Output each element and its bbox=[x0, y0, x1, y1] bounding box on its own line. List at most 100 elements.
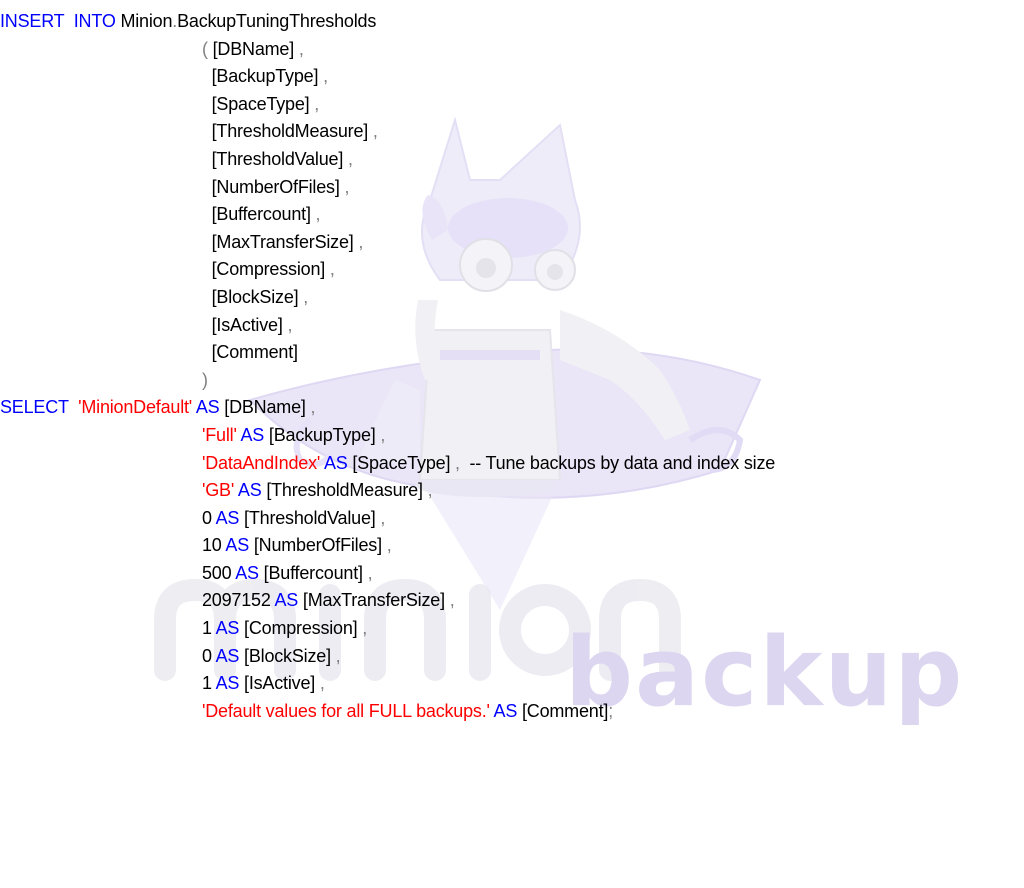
code-token: [NumberOfFiles] bbox=[249, 535, 382, 556]
code-token: , bbox=[315, 673, 325, 694]
code-token: , bbox=[310, 204, 321, 225]
code-token: 'Default values for all FULL backups.' bbox=[202, 700, 490, 721]
column-dbname-line: ( [DBName] , bbox=[0, 36, 775, 64]
code-token: [Compression] bbox=[239, 618, 358, 639]
code-token: [ThresholdMeasure] bbox=[261, 480, 423, 501]
code-token: [Buffercount] bbox=[211, 204, 311, 225]
code-token: 500 bbox=[202, 562, 232, 583]
code-token: [DBName] bbox=[212, 38, 295, 59]
code-token: AS bbox=[211, 645, 240, 666]
code-token: ( bbox=[202, 38, 213, 59]
code-token: , bbox=[330, 645, 341, 666]
code-token: [MaxTransferSize] bbox=[298, 590, 445, 611]
code-token: [Compression] bbox=[211, 259, 326, 280]
code-token: [BackupType] bbox=[264, 424, 376, 445]
code-token: , bbox=[368, 121, 378, 142]
code-token: [BackupType] bbox=[211, 66, 319, 87]
value-comment-line: 'Default values for all FULL backups.' A… bbox=[0, 698, 775, 726]
code-token: 'DataAndIndex' bbox=[202, 452, 321, 473]
select-line: SELECT 'MinionDefault' AS [DBName] , bbox=[0, 394, 775, 422]
value-numberoffiles-line: 10 AS [NumberOfFiles] , bbox=[0, 532, 775, 560]
code-token: , bbox=[375, 507, 386, 528]
value-buffercount-line: 500 AS [Buffercount] , bbox=[0, 560, 775, 588]
code-token: [SpaceType] bbox=[347, 452, 451, 473]
sql-document: { "colors": { "keyword": "#0000ff", "str… bbox=[0, 0, 1024, 888]
code-token: , bbox=[325, 259, 335, 280]
code-token: 10 bbox=[202, 535, 222, 556]
code-token: , bbox=[422, 480, 433, 501]
code-token: [ThresholdValue] bbox=[239, 507, 376, 528]
column-thresholdvalue-line: [ThresholdValue] , bbox=[0, 146, 775, 174]
code-token: , bbox=[444, 590, 455, 611]
code-token: [Buffercount] bbox=[258, 562, 363, 583]
value-maxtransfersize-line: 2097152 AS [MaxTransferSize] , bbox=[0, 587, 775, 615]
code-token: -- Tune backups by data and index size bbox=[459, 452, 776, 473]
code-token: AS bbox=[192, 397, 220, 418]
column-blocksize-line: [BlockSize] , bbox=[0, 284, 775, 312]
code-token: SELECT bbox=[0, 397, 69, 418]
column-numberoffiles-line: [NumberOfFiles] , bbox=[0, 174, 775, 202]
code-token: [ThresholdMeasure] bbox=[211, 121, 369, 142]
value-isactive-line: 1 AS [IsActive] , bbox=[0, 670, 775, 698]
code-token: , bbox=[309, 93, 320, 114]
code-token: [IsActive] bbox=[211, 314, 283, 335]
code-token: AS bbox=[234, 480, 262, 501]
code-token: 'GB' bbox=[202, 480, 235, 501]
code-token: , bbox=[357, 618, 368, 639]
code-token: 0 bbox=[202, 507, 212, 528]
code-token: ; bbox=[608, 700, 614, 721]
code-token: 1 bbox=[202, 673, 212, 694]
code-token: , bbox=[362, 562, 373, 583]
column-maxtransfersize-line: [MaxTransferSize] , bbox=[0, 229, 775, 257]
column-thresholdmeasure-line: [ThresholdMeasure] , bbox=[0, 118, 775, 146]
code-token: , bbox=[318, 66, 328, 87]
value-thresholdvalue-line: 0 AS [ThresholdValue] , bbox=[0, 505, 775, 533]
code-token: [MaxTransferSize] bbox=[211, 231, 354, 252]
column-backuptype-line: [BackupType] , bbox=[0, 63, 775, 91]
code-token: Minion bbox=[115, 11, 173, 31]
code-token: [IsActive] bbox=[239, 673, 316, 694]
code-token: AS bbox=[211, 673, 240, 694]
code-token: [DBName] bbox=[219, 397, 306, 418]
code-token: 0 bbox=[202, 645, 212, 666]
code-token: AS bbox=[221, 535, 250, 556]
insert-into-line: INSERT INTO Minion.BackupTuningThreshold… bbox=[0, 8, 775, 36]
column-compression-line: [Compression] , bbox=[0, 256, 775, 284]
code-token: , bbox=[450, 452, 460, 473]
code-token: AS bbox=[270, 590, 299, 611]
code-token: 'Full' bbox=[202, 424, 237, 445]
value-thresholdmeasure-line: 'GB' AS [ThresholdMeasure] , bbox=[0, 477, 775, 505]
code-token: [Comment] bbox=[517, 700, 609, 721]
code-token: , bbox=[375, 424, 386, 445]
code-token: [BlockSize] bbox=[239, 645, 331, 666]
column-isactive-line: [IsActive] , bbox=[0, 312, 775, 340]
code-token: [Comment] bbox=[211, 342, 298, 363]
code-token: AS bbox=[231, 562, 259, 583]
code-token: AS bbox=[236, 424, 265, 445]
code-token: , bbox=[339, 176, 350, 197]
value-spacetype-line: 'DataAndIndex' AS [SpaceType] , -- Tune … bbox=[0, 450, 775, 478]
code-token: AS bbox=[211, 507, 240, 528]
code-token: [SpaceType] bbox=[211, 93, 310, 114]
value-blocksize-line: 0 AS [BlockSize] , bbox=[0, 643, 775, 671]
code-token: 1 bbox=[202, 618, 212, 639]
code-token: [BlockSize] bbox=[211, 286, 299, 307]
code-token: , bbox=[381, 535, 392, 556]
code-token: INSERT INTO bbox=[0, 11, 116, 31]
code-token: , bbox=[343, 148, 353, 169]
code-token: , bbox=[353, 231, 364, 252]
close-paren-line: ) bbox=[0, 367, 775, 395]
value-compression-line: 1 AS [Compression] , bbox=[0, 615, 775, 643]
value-backuptype-line: 'Full' AS [BackupType] , bbox=[0, 422, 775, 450]
